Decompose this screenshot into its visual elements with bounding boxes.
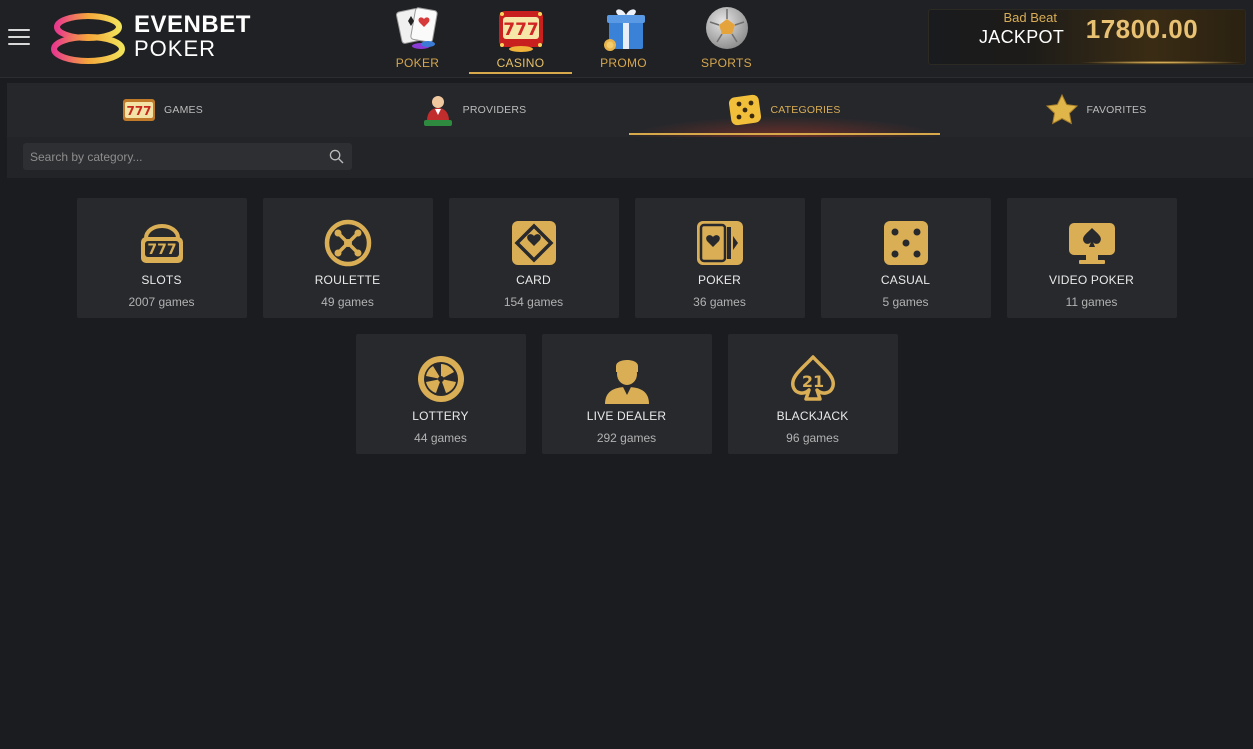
jackpot-title: JACKPOT (979, 27, 1065, 47)
tab-categories[interactable]: CATEGORIES (629, 83, 940, 137)
tab-providers-label: PROVIDERS (462, 104, 527, 116)
category-count: 11 games (1065, 295, 1118, 309)
category-count: 5 games (882, 295, 929, 309)
category-row: LOTTERY 44 games LIVE DEALER 292 games 2… (0, 334, 1253, 454)
category-name: SLOTS (141, 273, 182, 287)
main-nav: POKER 777 CASINO PROMO SPORTS (366, 0, 778, 78)
category-count: 49 games (321, 295, 374, 309)
category-card-lottery[interactable]: LOTTERY 44 games (355, 334, 526, 454)
casino-tabs: 777 GAMES PROVIDERS CATEGORIES FAVORITES (7, 83, 1253, 137)
jackpot-amount: 17800.00 (1085, 14, 1199, 44)
dice-five-icon (883, 221, 928, 265)
category-count: 292 games (596, 431, 657, 445)
logo-text: EVENBET POKER (134, 13, 251, 60)
category-card-card[interactable]: CARD 154 games (448, 198, 619, 318)
nav-poker[interactable]: POKER (366, 0, 469, 76)
category-name: CASUAL (880, 273, 931, 287)
search-box (23, 143, 352, 170)
svg-text:777: 777 (127, 104, 152, 118)
category-card-casual[interactable]: CASUAL 5 games (820, 198, 991, 318)
dealer-icon (423, 96, 452, 126)
tab-favorites[interactable]: FAVORITES (940, 83, 1251, 137)
svg-text:777: 777 (503, 20, 539, 40)
logo-rings-icon (51, 13, 125, 64)
poker-cards-icon (696, 221, 743, 265)
category-card-video-poker[interactable]: VIDEO POKER 11 games (1006, 198, 1177, 318)
category-name: LIVE DEALER (586, 409, 667, 423)
category-name: POKER (697, 273, 741, 287)
tab-games-label: GAMES (164, 104, 203, 116)
nav-poker-label: POKER (395, 56, 440, 70)
menu-icon[interactable] (8, 26, 30, 48)
nav-casino-label: CASINO (496, 56, 545, 70)
logo-line1: EVENBET (134, 11, 251, 38)
dice-icon (729, 94, 762, 126)
slot-777-icon: 777 (123, 99, 156, 121)
category-card-poker[interactable]: POKER 36 games (634, 198, 805, 318)
tab-games[interactable]: 777 GAMES (7, 83, 318, 137)
svg-text:777: 777 (147, 242, 176, 258)
category-card-blackjack[interactable]: 21 BLACKJACK 96 games (727, 334, 898, 454)
evenbet-logo[interactable]: EVENBET POKER (50, 10, 250, 66)
roulette-icon (324, 219, 371, 267)
nav-sports[interactable]: SPORTS (675, 0, 778, 76)
top-header: EVENBET POKER POKER 777 CASINO PROMO SPO… (0, 0, 1253, 78)
lottery-wheel-icon (417, 356, 464, 402)
slot-machine-icon: 777 (140, 224, 183, 263)
category-grid: 777 SLOTS 2007 games ROULETTE 49 games C… (0, 198, 1253, 470)
monitor-spade-icon (1068, 223, 1115, 264)
nav-casino[interactable]: 777 CASINO (469, 0, 572, 76)
person-icon (604, 360, 649, 404)
nav-promo[interactable]: PROMO (572, 0, 675, 76)
jackpot-subtitle: Bad Beat (1003, 10, 1058, 25)
jackpot-banner[interactable]: Bad Beat JACKPOT 17800.00 (928, 9, 1246, 65)
category-count: 96 games (786, 431, 839, 445)
tab-providers[interactable]: PROVIDERS (318, 83, 629, 137)
svg-text:21: 21 (801, 372, 823, 391)
nav-promo-label: PROMO (600, 56, 647, 70)
soccer-ball-icon (705, 7, 748, 49)
category-count: 154 games (503, 295, 564, 309)
category-row: 777 SLOTS 2007 games ROULETTE 49 games C… (0, 198, 1253, 318)
tab-favorites-label: FAVORITES (1086, 104, 1147, 116)
category-name: BLACKJACK (776, 409, 849, 423)
category-count: 36 games (693, 295, 746, 309)
category-name: LOTTERY (412, 409, 469, 423)
category-count: 44 games (414, 431, 467, 445)
category-name: ROULETTE (314, 273, 381, 287)
search-icon[interactable] (329, 149, 344, 164)
slot-777-icon: 777 (498, 11, 543, 52)
logo-line2: POKER (134, 36, 217, 61)
category-count: 2007 games (128, 295, 195, 309)
tab-categories-label: CATEGORIES (770, 104, 841, 116)
card-diamond-icon (511, 221, 556, 265)
star-icon (1045, 93, 1078, 125)
spade-21-icon: 21 (790, 355, 835, 401)
search-input[interactable] (23, 143, 323, 170)
nav-sports-label: SPORTS (701, 56, 752, 70)
category-card-live-dealer[interactable]: LIVE DEALER 292 games (541, 334, 712, 454)
category-name: CARD (516, 273, 551, 287)
category-card-slots[interactable]: 777 SLOTS 2007 games (76, 198, 247, 318)
category-card-roulette[interactable]: ROULETTE 49 games (262, 198, 433, 318)
playing-cards-icon (395, 7, 438, 49)
category-name: VIDEO POKER (1049, 273, 1134, 287)
search-bar (7, 137, 1253, 178)
gift-box-icon (603, 9, 645, 51)
